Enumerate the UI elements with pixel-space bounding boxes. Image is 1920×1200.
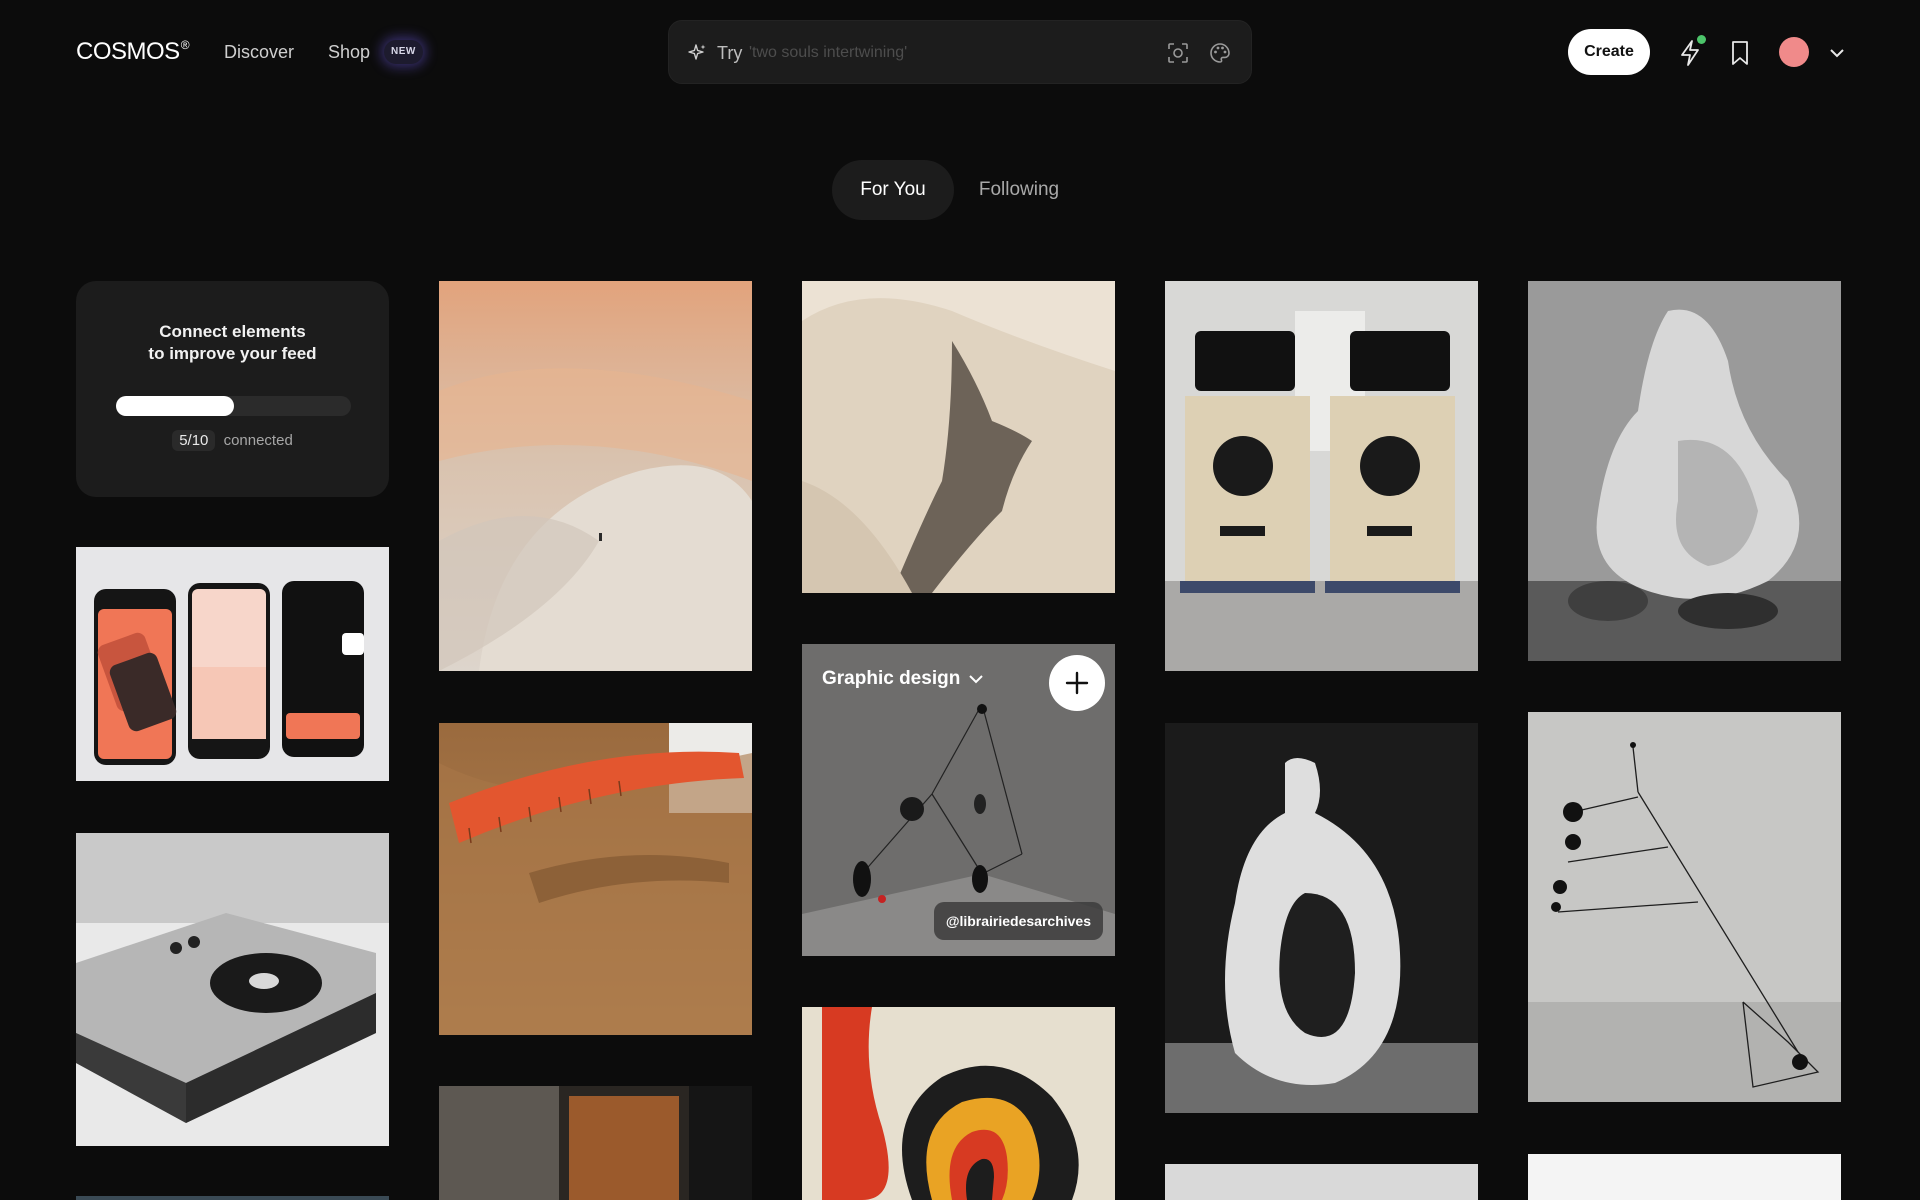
tab-following[interactable]: Following bbox=[954, 160, 1084, 220]
visual-search-icon[interactable] bbox=[1167, 42, 1189, 64]
feed-image-interior[interactable] bbox=[439, 1086, 752, 1200]
mobile-drawing-artwork bbox=[1528, 712, 1841, 1102]
feed-image-sand-face[interactable] bbox=[802, 281, 1115, 593]
new-badge: NEW bbox=[384, 40, 423, 64]
search-input[interactable] bbox=[749, 39, 1109, 67]
tab-for-you[interactable]: For You bbox=[832, 160, 954, 220]
speakers-artwork bbox=[1165, 281, 1478, 671]
count-suffix: connected bbox=[223, 432, 293, 449]
palette-icon[interactable] bbox=[1209, 42, 1231, 64]
feed-image-speakers[interactable] bbox=[1165, 281, 1478, 671]
feed-image-ceramic-vessel[interactable] bbox=[1165, 723, 1478, 1113]
create-button[interactable]: Create bbox=[1568, 29, 1650, 75]
feed-image-partial-2[interactable] bbox=[1165, 1164, 1478, 1200]
connect-title-line2: to improve your feed bbox=[148, 344, 317, 363]
progress-bar bbox=[116, 396, 351, 416]
search-bar[interactable]: Try bbox=[668, 20, 1252, 84]
feed-image-abstract-swirl[interactable] bbox=[802, 1007, 1115, 1200]
chevron-down-icon bbox=[969, 675, 984, 684]
turntable-artwork bbox=[76, 833, 389, 1146]
comb-hair-artwork bbox=[439, 723, 752, 1035]
feed-image-turntable[interactable] bbox=[76, 833, 389, 1146]
sculpture-artwork bbox=[1528, 281, 1841, 661]
interior-artwork bbox=[439, 1086, 752, 1200]
ceramic-vessel-artwork bbox=[1165, 723, 1478, 1113]
app-mockup-artwork bbox=[76, 547, 389, 781]
notification-dot bbox=[1697, 35, 1706, 44]
count-pill: 5/10 bbox=[172, 430, 216, 451]
feed-card-graphic-design[interactable]: Graphic design @librairiedesarchives bbox=[802, 644, 1115, 956]
nav-shop[interactable]: Shop bbox=[328, 42, 370, 63]
add-to-collection-button[interactable] bbox=[1049, 655, 1105, 711]
feed-image-comb-hair[interactable] bbox=[439, 723, 752, 1035]
connect-title-line1: Connect elements bbox=[159, 322, 306, 341]
chevron-down-icon[interactable] bbox=[1829, 47, 1845, 59]
connect-elements-card: Connect elements to improve your feed 5/… bbox=[76, 281, 389, 497]
cosmos-logo[interactable]: COSMOS® bbox=[76, 38, 190, 66]
feed-image-partial[interactable] bbox=[76, 1196, 389, 1200]
collection-selector[interactable]: Graphic design bbox=[822, 668, 984, 690]
source-handle[interactable]: @librairiedesarchives bbox=[933, 902, 1103, 940]
connect-card-title: Connect elements to improve your feed bbox=[76, 321, 389, 365]
bookmark-icon[interactable] bbox=[1730, 40, 1750, 66]
search-prefix: Try bbox=[717, 43, 743, 63]
feed-image-sculpture[interactable] bbox=[1528, 281, 1841, 661]
feed-image-partial-3[interactable] bbox=[1528, 1154, 1841, 1200]
abstract-swirl-artwork bbox=[802, 1007, 1115, 1200]
feed-image-desert-dunes[interactable] bbox=[439, 281, 752, 671]
top-bar: COSMOS® Discover Shop NEW Try Create bbox=[0, 0, 1920, 104]
feed-image-app-mockup[interactable] bbox=[76, 547, 389, 781]
avatar[interactable] bbox=[1779, 37, 1809, 67]
logo-mark: ® bbox=[180, 38, 190, 52]
connected-count: 5/10 connected bbox=[76, 430, 389, 451]
feed-image-mobile-drawing[interactable] bbox=[1528, 712, 1841, 1102]
logo-text: COSMOS bbox=[76, 38, 180, 65]
nav-discover[interactable]: Discover bbox=[224, 42, 294, 63]
collection-name: Graphic design bbox=[822, 668, 961, 689]
plus-icon bbox=[1065, 671, 1089, 695]
sand-face-artwork bbox=[802, 281, 1115, 593]
desert-dunes-artwork bbox=[439, 281, 752, 671]
progress-bar-fill bbox=[116, 396, 234, 416]
sparkle-icon bbox=[688, 44, 706, 60]
